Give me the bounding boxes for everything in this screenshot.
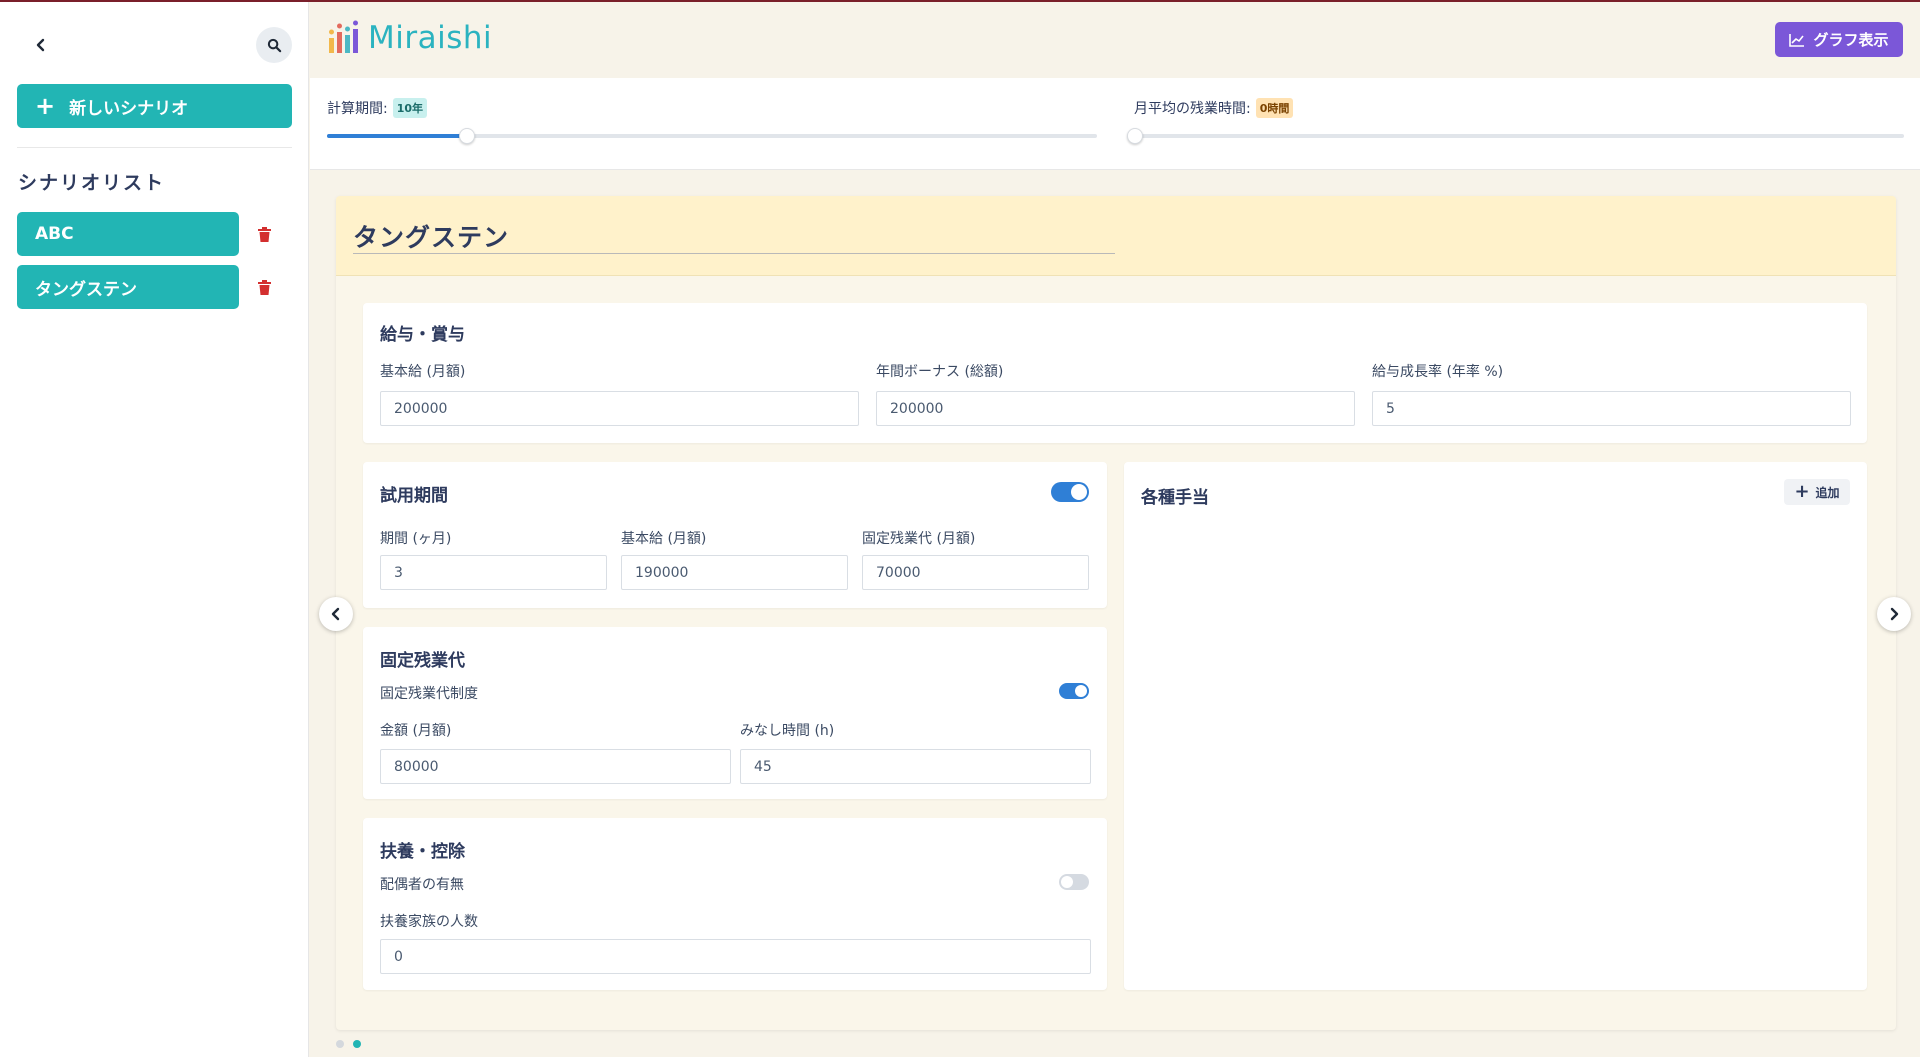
trash-icon xyxy=(257,279,271,295)
sidebar: + 新しいシナリオ シナリオリスト ABC タングステン xyxy=(0,2,309,1057)
trial-period-length-input[interactable]: 3 xyxy=(380,555,607,590)
chevron-right-icon xyxy=(1890,607,1899,621)
allowances-title: 各種手当 xyxy=(1141,488,1209,508)
plus-icon: + xyxy=(35,92,56,120)
fixed-overtime-toggle[interactable] xyxy=(1059,683,1089,699)
period-slider-thumb[interactable] xyxy=(458,128,475,144)
new-scenario-label: 新しいシナリオ xyxy=(69,98,189,119)
trial-fixed-overtime-input[interactable]: 70000 xyxy=(862,555,1089,590)
delete-scenario-tungsten-button[interactable] xyxy=(253,275,275,299)
dependents-section: 扶養・控除 配偶者の有無 扶養家族の人数 0 xyxy=(363,818,1107,990)
toggle-knob xyxy=(1075,685,1087,697)
trial-base-salary-label: 基本給 (月額) xyxy=(621,531,707,547)
search-button[interactable] xyxy=(256,27,292,63)
scenario-card-header: タングステン xyxy=(336,196,1896,276)
period-slider-fill xyxy=(327,134,466,138)
scenario-title-input[interactable]: タングステン xyxy=(353,218,1115,254)
salary-section-title: 給与・賞与 xyxy=(380,325,465,345)
overtime-slider-label: 月平均の残業時間: 0時間 xyxy=(1134,98,1294,118)
add-allowance-button[interactable]: + 追加 xyxy=(1784,479,1850,505)
period-slider[interactable] xyxy=(327,128,1097,144)
fixed-overtime-amount-input[interactable]: 80000 xyxy=(380,749,731,784)
toggle-knob xyxy=(1071,484,1087,500)
trial-period-title: 試用期間 xyxy=(380,486,448,506)
graph-view-label: グラフ表示 xyxy=(1813,31,1889,49)
overtime-value-badge: 0時間 xyxy=(1255,98,1294,118)
plus-icon: + xyxy=(1794,481,1810,502)
scenario-item-label: ABC xyxy=(35,224,74,244)
trial-period-section: 試用期間 期間 (ヶ月) 3 基本給 (月額) 190000 固定残業代 (月額… xyxy=(363,462,1107,608)
allowances-section: 各種手当 + 追加 xyxy=(1124,462,1867,990)
dependents-count-label: 扶養家族の人数 xyxy=(380,914,478,930)
scenario-item-tungsten[interactable]: タングステン xyxy=(17,265,239,309)
fixed-overtime-title: 固定残業代 xyxy=(380,651,465,671)
trial-period-toggle[interactable] xyxy=(1051,482,1089,502)
logo-chart-icon xyxy=(329,20,358,53)
deemed-hours-label: みなし時間 (h) xyxy=(740,723,835,739)
period-value-badge: 10年 xyxy=(392,98,428,118)
line-chart-icon xyxy=(1789,33,1805,47)
trial-fixed-overtime-label: 固定残業代 (月額) xyxy=(862,531,976,547)
app-logo: Miraishi xyxy=(326,20,492,56)
next-scenario-button[interactable] xyxy=(1877,597,1911,631)
salary-growth-label: 給与成長率 (年率 %) xyxy=(1372,364,1504,380)
spouse-label: 配偶者の有無 xyxy=(380,877,464,893)
overtime-slider-thumb[interactable] xyxy=(1127,128,1143,144)
delete-scenario-abc-button[interactable] xyxy=(253,222,275,246)
graph-view-button[interactable]: グラフ表示 xyxy=(1775,22,1903,57)
period-slider-label: 計算期間: 10年 xyxy=(327,98,428,118)
dependents-title: 扶養・控除 xyxy=(380,842,465,862)
annual-bonus-label: 年間ボーナス (総額) xyxy=(876,364,1004,380)
chevron-left-icon xyxy=(36,38,45,52)
chevron-left-icon xyxy=(331,607,340,621)
base-salary-input[interactable]: 200000 xyxy=(380,391,859,426)
base-salary-label: 基本給 (月額) xyxy=(380,364,466,380)
previous-scenario-button[interactable] xyxy=(319,597,353,631)
search-icon xyxy=(267,38,281,52)
scenario-card: タングステン 給与・賞与 基本給 (月額) 200000 年間ボーナス (総額)… xyxy=(336,196,1896,1030)
fixed-overtime-section: 固定残業代 固定残業代制度 金額 (月額) 80000 みなし時間 (h) 45 xyxy=(363,627,1107,799)
scenario-list-title: シナリオリスト xyxy=(18,172,166,194)
add-allowance-label: 追加 xyxy=(1815,485,1840,500)
period-label-text: 計算期間: xyxy=(327,101,388,117)
toggle-knob xyxy=(1061,876,1073,888)
collapse-sidebar-button[interactable] xyxy=(28,32,54,58)
salary-section: 給与・賞与 基本給 (月額) 200000 年間ボーナス (総額) 200000… xyxy=(363,303,1867,443)
pagination-dot-2-active[interactable] xyxy=(353,1040,361,1048)
salary-growth-input[interactable]: 5 xyxy=(1372,391,1851,426)
app-name: Miraishi xyxy=(368,20,493,56)
overtime-slider[interactable] xyxy=(1127,128,1904,144)
trial-period-length-label: 期間 (ヶ月) xyxy=(380,531,452,547)
pagination-dot-1[interactable] xyxy=(336,1040,344,1048)
trial-base-salary-input[interactable]: 190000 xyxy=(621,555,848,590)
spouse-toggle[interactable] xyxy=(1059,874,1089,890)
scenario-item-abc[interactable]: ABC xyxy=(17,212,239,256)
deemed-hours-input[interactable]: 45 xyxy=(740,749,1091,784)
app-header: Miraishi グラフ表示 xyxy=(310,2,1920,78)
fixed-overtime-amount-label: 金額 (月額) xyxy=(380,723,452,739)
parameter-sliders: 計算期間: 10年 月平均の残業時間: 0時間 xyxy=(310,78,1920,170)
dependents-count-input[interactable]: 0 xyxy=(380,939,1091,974)
scenario-item-label: タングステン xyxy=(35,279,137,300)
new-scenario-button[interactable]: + 新しいシナリオ xyxy=(17,84,292,128)
overtime-label-text: 月平均の残業時間: xyxy=(1134,101,1251,117)
fixed-overtime-system-label: 固定残業代制度 xyxy=(380,686,478,702)
trash-icon xyxy=(257,226,271,242)
annual-bonus-input[interactable]: 200000 xyxy=(876,391,1355,426)
sidebar-divider xyxy=(17,147,292,148)
